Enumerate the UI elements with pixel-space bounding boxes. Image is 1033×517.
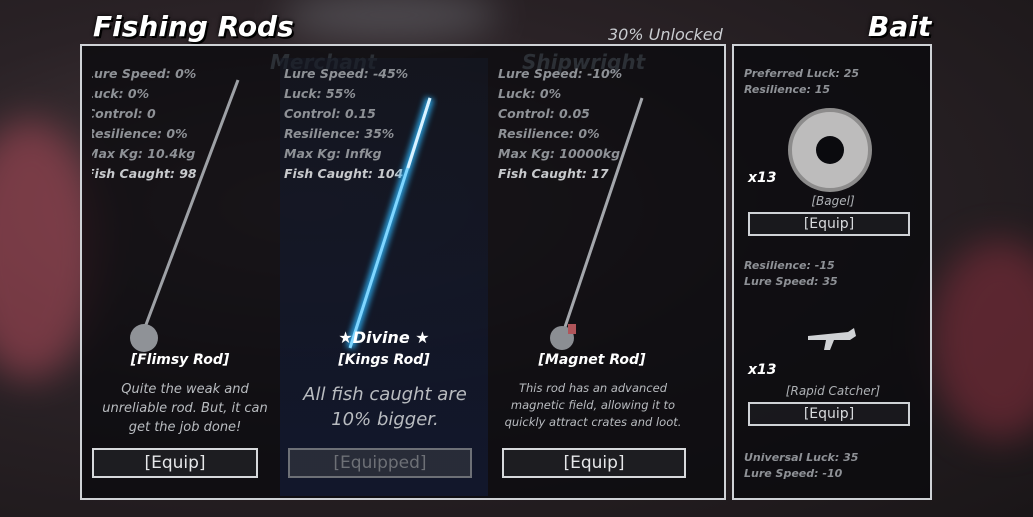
- equip-magnet-rod-button[interactable]: [Equip]: [502, 448, 686, 478]
- bait-card-universal[interactable]: Universal Luck: 35 Lure Speed: -10: [744, 450, 922, 494]
- rod-card-flimsy[interactable]: Lure Speed: 0% Luck: 0% Control: 0 Resil…: [92, 58, 280, 496]
- bait-name: [Rapid Catcher]: [785, 384, 881, 398]
- page-title: Fishing Rods: [93, 10, 294, 43]
- background-shape: [280, 0, 500, 40]
- bait-stat: Lure Speed: -10: [744, 467, 843, 480]
- rod-card-kings[interactable]: Lure Speed: -45% Luck: 55% Control: 0.15…: [280, 58, 488, 496]
- bait-panel: Preferred Luck: 25 Resilience: 15 x13 [B…: [732, 44, 932, 500]
- bait-name: [Bagel]: [811, 194, 855, 208]
- bait-count: x13: [748, 170, 777, 186]
- bait-stat: Preferred Luck: 25: [744, 67, 860, 80]
- bait-stat: Resilience: -15: [744, 259, 835, 272]
- equip-bagel-button[interactable]: [Equip]: [748, 212, 910, 236]
- rod-description: This rod has an advanced magnetic field,…: [504, 381, 682, 429]
- rarity-label: ★Divine ★: [338, 328, 430, 347]
- equip-flimsy-rod-button[interactable]: [Equip]: [92, 448, 258, 478]
- equipped-kings-rod-button[interactable]: [Equipped]: [288, 448, 472, 478]
- flimsy-rod-icon: [130, 79, 240, 352]
- bait-title: Bait: [868, 10, 932, 43]
- bait-card-rapid-catcher[interactable]: Resilience: -15 Lure Speed: 35 x13 [Rapi…: [744, 258, 922, 434]
- bagel-icon: [788, 108, 872, 192]
- unlocked-percent: 30% Unlocked: [608, 25, 723, 44]
- rod-card-magnet[interactable]: Lure Speed: -10% Luck: 0% Control: 0.05 …: [492, 58, 712, 496]
- bait-stat: Resilience: 15: [744, 83, 831, 96]
- rod-name: [Magnet Rod]: [538, 352, 646, 368]
- rod-description: All fish caught are 10% bigger.: [303, 384, 467, 430]
- equip-rapid-catcher-button[interactable]: [Equip]: [748, 402, 910, 426]
- rods-panel: Merchant Shipwright Lure Speed: 0% Luck:…: [80, 44, 726, 500]
- bait-card-bagel[interactable]: Preferred Luck: 25 Resilience: 15 x13 [B…: [744, 66, 922, 242]
- rod-name: [Flimsy Rod]: [130, 352, 230, 368]
- kings-rod-icon: [345, 96, 435, 350]
- bait-stat: Lure Speed: 35: [744, 275, 838, 288]
- background-shape: [930, 240, 1033, 440]
- magnet-rod-icon: [550, 97, 644, 350]
- bait-stat: Universal Luck: 35: [744, 451, 859, 464]
- rod-description: Quite the weak and unreliable rod. But, …: [102, 382, 268, 435]
- rod-name: [Kings Rod]: [338, 352, 430, 368]
- rapid-catcher-icon: [808, 328, 856, 350]
- bait-count: x13: [748, 362, 777, 378]
